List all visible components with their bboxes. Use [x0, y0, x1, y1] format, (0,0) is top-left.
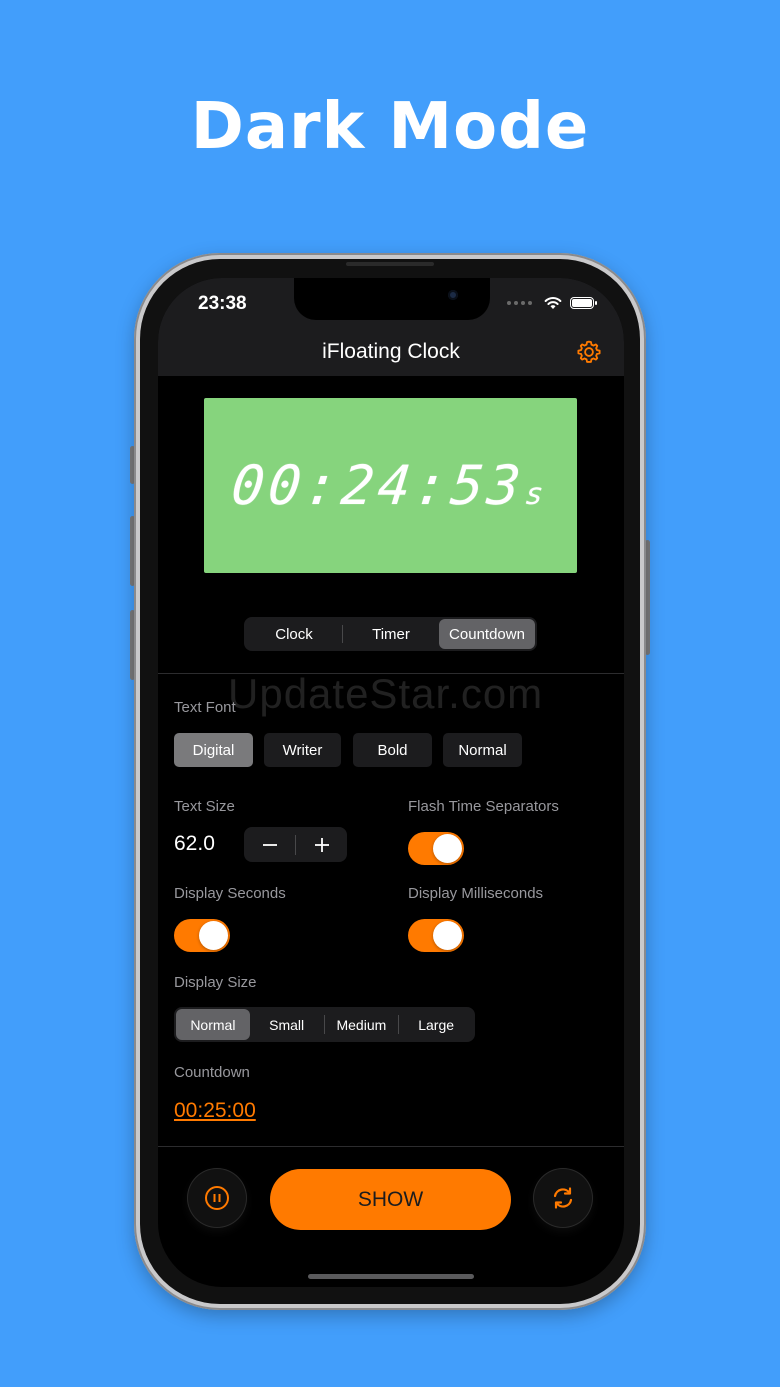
font-writer-button[interactable]: Writer	[264, 733, 341, 767]
home-indicator	[308, 1274, 474, 1279]
minus-icon	[262, 843, 277, 846]
notch	[294, 278, 490, 320]
signal-icon	[507, 301, 532, 305]
app-screen: 23:38 iFloating Clock 00:24:53 s Clock T…	[158, 278, 624, 1287]
headline: Dark Mode	[190, 90, 590, 164]
decrement-button[interactable]	[244, 837, 295, 853]
tab-clock[interactable]: Clock	[246, 619, 342, 649]
reset-button[interactable]	[534, 1169, 592, 1227]
refresh-icon	[553, 1187, 573, 1209]
size-medium-option[interactable]: Medium	[325, 1009, 399, 1040]
font-normal-button[interactable]: Normal	[443, 733, 522, 767]
increment-button[interactable]	[296, 837, 347, 853]
size-large-option[interactable]: Large	[399, 1009, 473, 1040]
text-font-label: Text Font	[174, 699, 236, 716]
pause-icon	[205, 1186, 229, 1210]
flash-separators-label: Flash Time Separators	[408, 798, 559, 815]
countdown-label: Countdown	[174, 1064, 250, 1081]
status-time: 23:38	[198, 293, 247, 314]
display-milliseconds-label: Display Milliseconds	[408, 885, 544, 902]
camera-icon	[448, 290, 458, 300]
text-size-stepper	[244, 827, 347, 862]
size-normal-option[interactable]: Normal	[176, 1009, 250, 1040]
display-milliseconds-toggle[interactable]	[408, 919, 464, 952]
clock-preview: 00:24:53 s	[204, 398, 577, 573]
display-size-label: Display Size	[174, 974, 257, 991]
size-small-option[interactable]: Small	[250, 1009, 324, 1040]
gear-icon[interactable]	[576, 339, 602, 365]
display-seconds-label: Display Seconds	[174, 885, 286, 902]
status-indicators	[507, 296, 597, 310]
battery-icon	[570, 297, 597, 309]
clock-preview-unit: s	[523, 477, 550, 512]
tab-countdown[interactable]: Countdown	[439, 619, 535, 649]
pause-button[interactable]	[188, 1169, 246, 1227]
nav-title: iFloating Clock	[322, 340, 460, 363]
text-size-value: 62.0	[174, 832, 215, 855]
speaker-grille	[346, 262, 434, 266]
plus-icon	[314, 837, 329, 852]
wifi-icon	[544, 297, 562, 309]
countdown-value-link[interactable]: 00:25:00	[174, 1099, 256, 1123]
tab-timer[interactable]: Timer	[343, 619, 439, 649]
text-size-label: Text Size	[174, 798, 235, 815]
flash-separators-toggle[interactable]	[408, 832, 464, 865]
mode-segmented-control: Clock Timer Countdown	[244, 617, 537, 651]
font-bold-button[interactable]: Bold	[353, 733, 432, 767]
footer-divider	[158, 1146, 624, 1147]
clock-preview-time: 00:24:53	[229, 454, 528, 517]
watermark: UpdateStar.com	[228, 670, 544, 717]
display-size-segmented-control: Normal Small Medium Large	[174, 1007, 475, 1042]
show-button[interactable]: SHOW	[270, 1169, 511, 1230]
font-digital-button[interactable]: Digital	[174, 733, 253, 767]
display-seconds-toggle[interactable]	[174, 919, 230, 952]
